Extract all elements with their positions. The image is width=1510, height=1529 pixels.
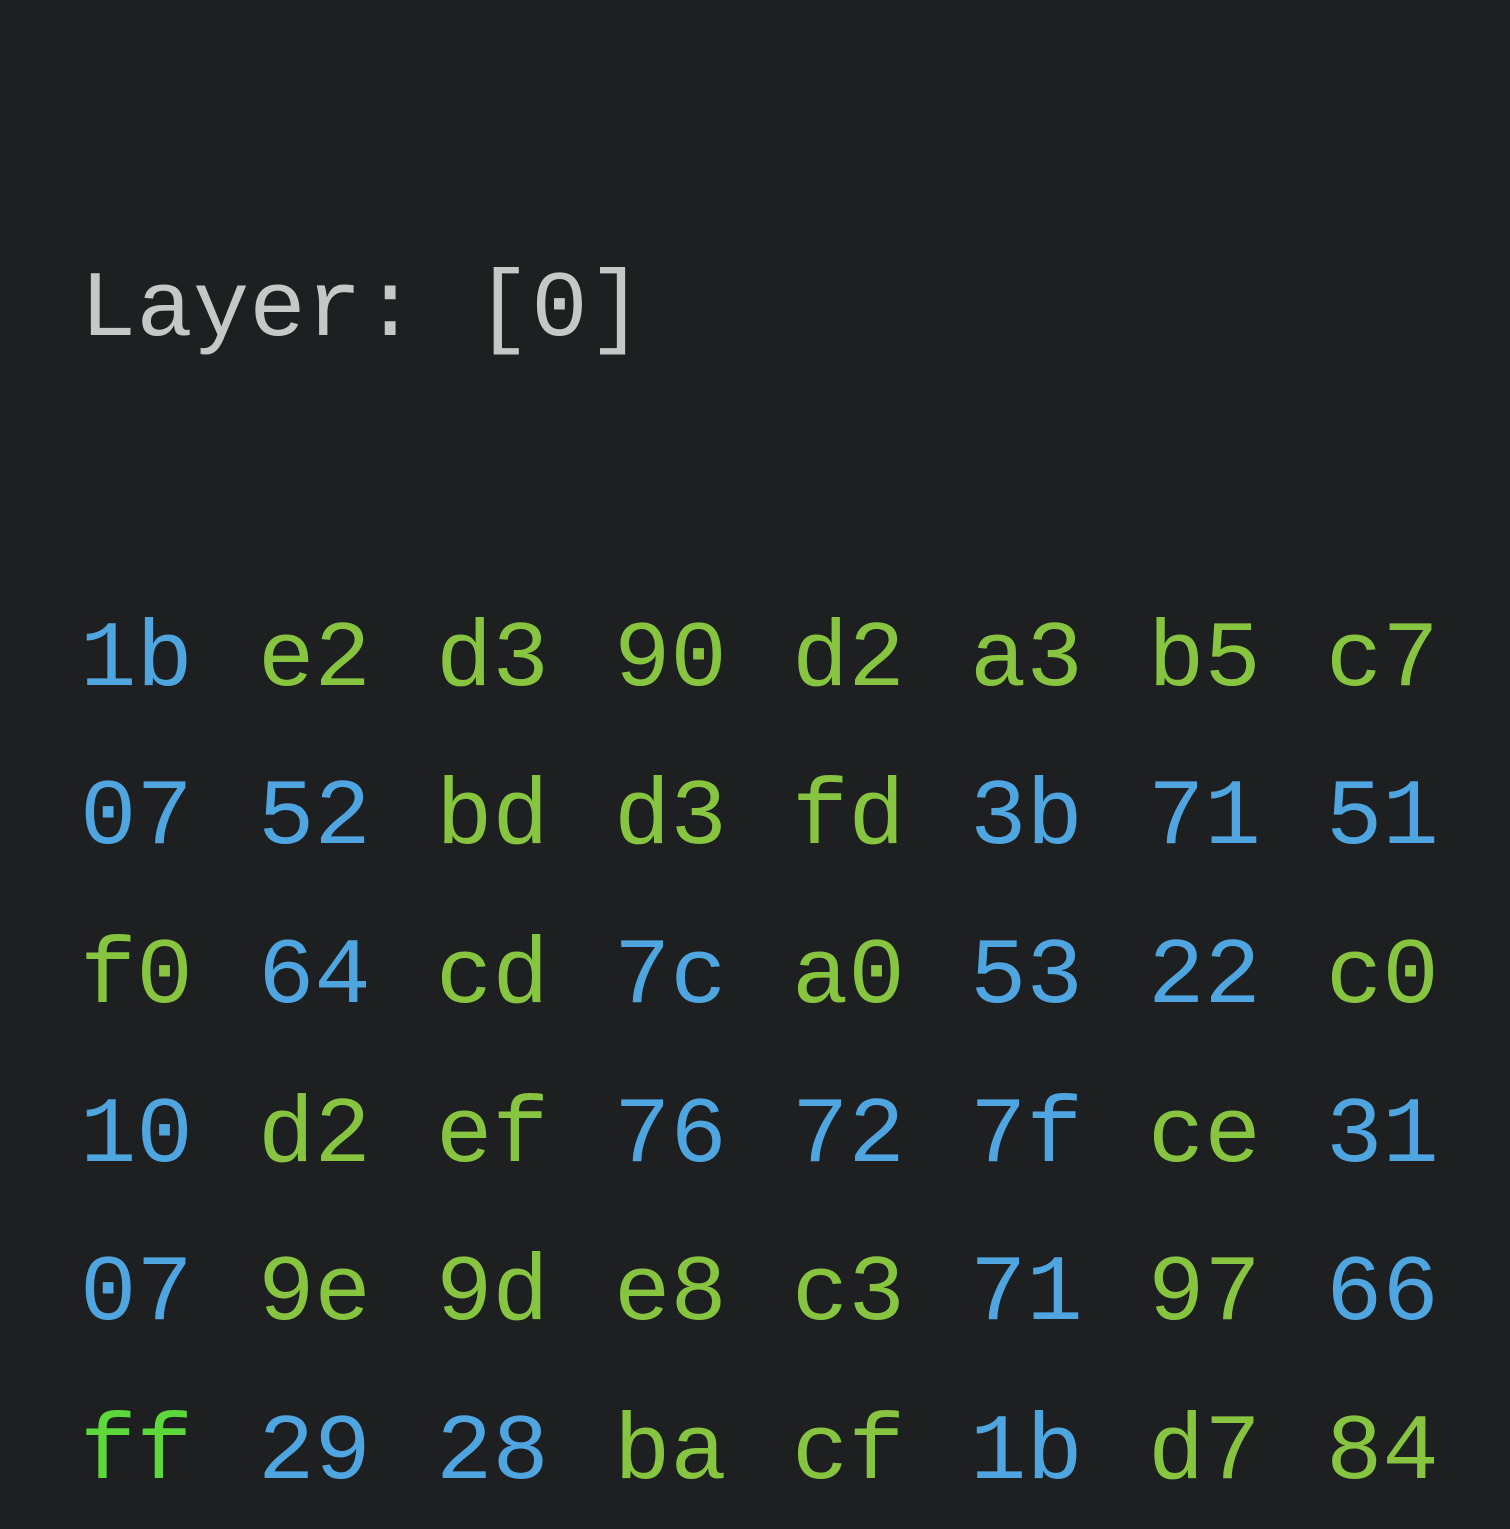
hex-byte: cf bbox=[792, 1404, 905, 1505]
hex-grid: 1b e2 d3 90 d2 a3 b5 c7 07 52 bd d3 fd 3b 71 51 f0 64 cd 7c… bbox=[80, 611, 1440, 1529]
hex-byte: 29 bbox=[258, 1404, 371, 1505]
hex-byte: 9e bbox=[258, 1245, 371, 1346]
hex-byte: d2 bbox=[792, 611, 905, 712]
hex-byte: 84 bbox=[1326, 1404, 1439, 1505]
hex-byte: d7 bbox=[1148, 1404, 1261, 1505]
hex-byte: d3 bbox=[436, 611, 549, 712]
hex-byte: d3 bbox=[614, 769, 727, 870]
hex-viewer: Layer: [0] 1b e2 d3 90 d2 a3 b5 c7 07 52 bd d3 fd 3b 7… bbox=[0, 0, 1510, 1529]
hex-byte: 10 bbox=[80, 1087, 193, 1188]
hex-byte: ce bbox=[1148, 1087, 1261, 1188]
hex-byte: 22 bbox=[1148, 928, 1261, 1029]
hex-byte: 1b bbox=[80, 611, 193, 712]
hex-byte: 1b bbox=[970, 1404, 1083, 1505]
hex-byte: c3 bbox=[792, 1245, 905, 1346]
hex-byte: 31 bbox=[1326, 1087, 1439, 1188]
hex-byte: 7f bbox=[970, 1087, 1083, 1188]
hex-byte: c0 bbox=[1326, 928, 1439, 1029]
hex-byte: a3 bbox=[970, 611, 1083, 712]
layer-header: Layer: [0] bbox=[80, 261, 1440, 362]
hex-byte: bd bbox=[436, 769, 549, 870]
hex-byte: 76 bbox=[614, 1087, 727, 1188]
hex-byte: d2 bbox=[258, 1087, 371, 1188]
hex-byte: 71 bbox=[970, 1245, 1083, 1346]
hex-byte: 9d bbox=[436, 1245, 549, 1346]
hex-byte: 07 bbox=[80, 1245, 193, 1346]
hex-byte: 90 bbox=[614, 611, 727, 712]
hex-byte: 52 bbox=[258, 769, 371, 870]
hex-byte: 7c bbox=[614, 928, 727, 1029]
hex-byte: c7 bbox=[1326, 611, 1439, 712]
hex-byte: 3b bbox=[970, 769, 1083, 870]
hex-byte: f0 bbox=[80, 928, 193, 1029]
hex-byte: 51 bbox=[1326, 769, 1439, 870]
hex-byte: cd bbox=[436, 928, 549, 1029]
hex-byte: fd bbox=[792, 769, 905, 870]
hex-byte: ba bbox=[614, 1404, 727, 1505]
hex-byte: 72 bbox=[792, 1087, 905, 1188]
hex-byte: ef bbox=[436, 1087, 549, 1188]
hex-byte: 71 bbox=[1148, 769, 1261, 870]
hex-byte: 28 bbox=[436, 1404, 549, 1505]
hex-byte: 07 bbox=[80, 769, 193, 870]
hex-byte: b5 bbox=[1148, 611, 1261, 712]
hex-byte: ff bbox=[80, 1404, 193, 1505]
hex-byte: a0 bbox=[792, 928, 905, 1029]
hex-byte: 53 bbox=[970, 928, 1083, 1029]
hex-byte: e2 bbox=[258, 611, 371, 712]
hex-byte: 66 bbox=[1326, 1245, 1439, 1346]
hex-byte: 64 bbox=[258, 928, 371, 1029]
hex-byte: 97 bbox=[1148, 1245, 1261, 1346]
hex-byte: e8 bbox=[614, 1245, 727, 1346]
